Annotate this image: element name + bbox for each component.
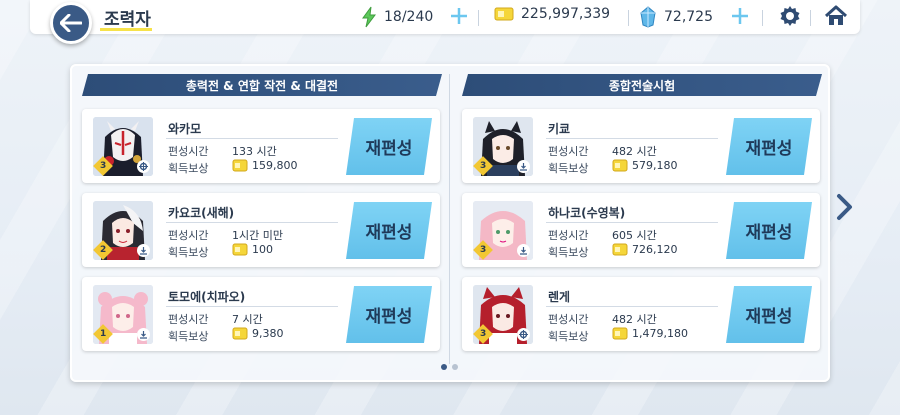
reward: 159,800 [232,159,298,172]
reward-label: 획득보상 [548,330,589,343]
portrait-kayoko: 2 [93,201,153,260]
student-name: 와카모 [168,122,202,136]
reward: 726,120 [612,243,678,256]
reward: 1,479,180 [612,327,688,340]
add-ap-icon[interactable] [450,5,468,27]
assist-time-value: 482 시간 [612,145,657,158]
credit-icon [232,327,248,340]
support-role-icon [137,328,150,341]
add-pyroxene-icon[interactable] [731,5,749,27]
assist-time-value: 605 시간 [612,229,657,242]
page-dot[interactable] [452,364,458,370]
name-underline [166,138,338,139]
assist-time-value: 7 시간 [232,313,263,326]
credit-icon [612,243,628,256]
assist-time-value: 1시간 미만 [232,229,283,242]
assist-time-label: 편성시간 [168,145,209,158]
portrait-renge: 3 [473,285,533,344]
credit-icon [612,327,628,340]
column-header-tactical: 종합전술시험 [462,74,822,96]
support-role-icon [517,244,530,257]
assist-time-label: 편성시간 [548,313,589,326]
reward-label: 획득보상 [548,162,589,175]
name-underline [166,306,338,307]
reward-value: 579,180 [632,159,678,172]
assist-card-kikyou: 3 키쿄 편성시간 482 시간 획득보상 579,180 재편성 [462,109,820,183]
credit-icon [612,159,628,172]
pyroxene-icon [640,6,656,28]
student-name: 하나코(수영복) [548,206,626,220]
student-name: 카요코(새해) [168,206,235,220]
reward-label: 획득보상 [168,330,209,343]
support-role-icon [137,244,150,257]
page-dot-active[interactable] [441,364,447,370]
reward-label: 획득보상 [168,246,209,259]
back-button[interactable] [50,2,92,44]
title-underline [100,28,152,31]
credit-value: 225,997,339 [521,6,611,22]
assist-card-hanako: 3 하나코(수영복) 편성시간 605 시간 획득보상 726,120 재편성 [462,193,820,267]
reward-value: 100 [252,243,273,256]
portrait-hanako: 3 [473,201,533,260]
lightning-icon [362,6,376,28]
reward-value: 726,120 [632,243,678,256]
reward: 9,380 [232,327,284,340]
student-name: 토모에(치파오) [168,290,246,304]
separator [478,10,479,26]
separator [628,10,629,26]
assist-time-label: 편성시간 [168,313,209,326]
assist-card-wakamo: 3 와카모 편성시간 133 시간 획득보상 159,800 재편성 [82,109,440,183]
reward-label: 획득보상 [548,246,589,259]
reformat-button[interactable]: 재편성 [346,286,432,343]
portrait-tomoe: 1 [93,285,153,344]
reformat-button[interactable]: 재편성 [726,202,812,259]
credit-icon [232,159,248,172]
ap-counter: 18/240 [360,6,433,28]
reformat-button[interactable]: 재편성 [726,286,812,343]
assist-card-renge: 3 렌게 편성시간 482 시간 획득보상 1,479,180 재편성 [462,277,820,351]
portrait-kikyou: 3 [473,117,533,176]
assist-card-tomoe: 1 토모에(치파오) 편성시간 7 시간 획득보상 9,380 재편성 [82,277,440,351]
gear-icon[interactable] [778,4,802,28]
assist-card-kayoko: 2 카요코(새해) 편성시간 1시간 미만 획득보상 100 재편성 [82,193,440,267]
pyroxene-counter: 72,725 [640,6,713,28]
reward-value: 1,479,180 [632,327,688,340]
support-role-icon [137,160,150,173]
support-role-icon [517,328,530,341]
chevron-right-icon[interactable] [834,193,856,221]
reward-value: 159,800 [252,159,298,172]
home-icon[interactable] [824,4,848,28]
assist-time-value: 482 시간 [612,313,657,326]
ap-value: 18/240 [384,9,434,25]
page-title: 조력자 [104,10,151,30]
credit-icon [232,243,248,256]
reward-label: 획득보상 [168,162,209,175]
name-underline [546,222,718,223]
arrow-left-icon [60,14,82,32]
pyroxene-value: 72,725 [664,9,713,25]
student-name: 렌게 [548,290,571,304]
separator [762,10,763,26]
separator [810,10,811,26]
reformat-button[interactable]: 재편성 [346,118,432,175]
reward: 579,180 [612,159,678,172]
reward-value: 9,380 [252,327,284,340]
column-divider [449,74,450,364]
reward: 100 [232,243,273,256]
student-name: 키쿄 [548,122,571,136]
credit-icon [494,7,514,21]
name-underline [546,306,718,307]
name-underline [546,138,718,139]
support-role-icon [517,160,530,173]
assist-time-label: 편성시간 [168,229,209,242]
assist-time-label: 편성시간 [548,229,589,242]
reformat-button[interactable]: 재편성 [346,202,432,259]
credit-counter: 225,997,339 [494,6,610,22]
name-underline [166,222,338,223]
column-header-raid: 총력전 & 연합 작전 & 대결전 [82,74,442,96]
portrait-wakamo: 3 [93,117,153,176]
assist-time-label: 편성시간 [548,145,589,158]
reformat-button[interactable]: 재편성 [726,118,812,175]
assist-time-value: 133 시간 [232,145,277,158]
